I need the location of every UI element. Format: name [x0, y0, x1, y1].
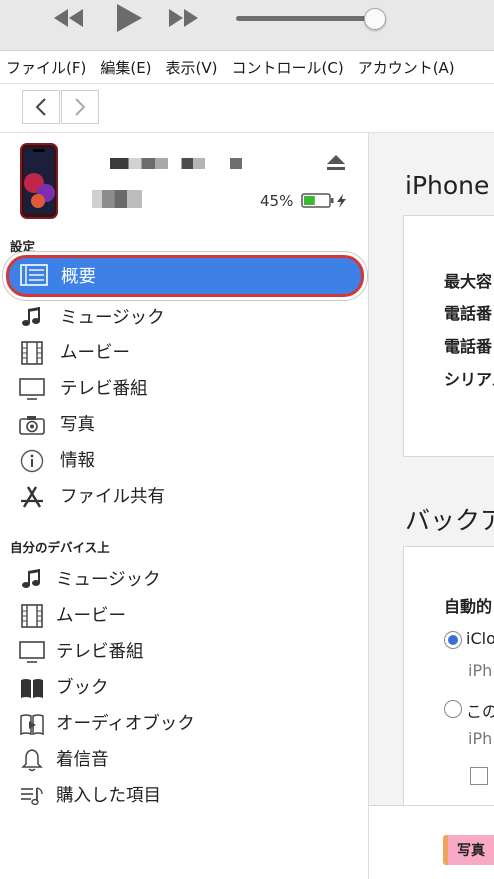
device-item-books[interactable]: ブック	[0, 671, 368, 705]
camera-icon	[18, 413, 46, 437]
app-store-icon	[18, 485, 46, 509]
encrypt-backup-checkbox[interactable]	[470, 767, 488, 785]
sidebar-item-label: ミュージック	[56, 570, 161, 590]
settings-section-header: 設定	[10, 239, 36, 254]
eject-icon[interactable]	[325, 153, 347, 173]
device-info-card: 最大容 電話番 電話番 シリアル	[403, 215, 494, 457]
music-note-icon	[18, 568, 46, 592]
icloud-option-label[interactable]: iClo	[466, 629, 494, 648]
back-button[interactable]	[22, 90, 60, 124]
rewind-icon[interactable]	[50, 3, 86, 33]
sidebar-item-label: ミュージック	[60, 308, 165, 328]
this-computer-radio[interactable]	[444, 700, 462, 718]
info-row-serial: シリアル	[444, 370, 494, 389]
menu-account[interactable]: アカウント(A)	[350, 57, 461, 78]
device-item-music[interactable]: ミュージック	[0, 563, 368, 597]
sidebar-item-label: 概要	[61, 267, 96, 287]
volume-slider[interactable]	[236, 16, 378, 21]
menu-edit[interactable]: 編集(E)	[92, 57, 157, 78]
this-computer-option-label[interactable]: この	[466, 698, 494, 722]
sidebar-item-label: テレビ番組	[60, 379, 148, 399]
transport-bar	[0, 0, 494, 51]
menu-bar: ファイル(F) 編集(E) 表示(V) コントロール(C) アカウント(A)	[0, 51, 494, 84]
tv-icon	[18, 377, 46, 401]
storage-photos-label: 写真	[457, 843, 485, 859]
sidebar-item-movies[interactable]: ムービー	[0, 336, 368, 370]
sidebar-item-label: ファイル共有	[60, 487, 165, 507]
film-icon	[18, 341, 46, 365]
summary-list-icon	[20, 264, 48, 286]
battery-charging-icon	[301, 193, 346, 208]
sidebar-item-music[interactable]: ミュージック	[0, 301, 368, 335]
sidebar-item-label: 情報	[60, 451, 95, 471]
menu-view[interactable]: 表示(V)	[158, 57, 224, 78]
device-item-purchased[interactable]: 購入した項目	[0, 779, 368, 813]
device-capacity-redacted	[92, 190, 142, 208]
sidebar-item-label: 写真	[60, 415, 95, 435]
audiobook-icon	[18, 712, 46, 736]
fast-forward-icon[interactable]	[166, 3, 202, 33]
sidebar: 45% 設定 概要 ミュージック ムービー テレビ番組 写真 情報 ファイル共有…	[0, 133, 369, 879]
info-row-capacity: 最大容	[444, 272, 493, 291]
play-icon[interactable]	[110, 3, 146, 33]
device-item-tv-shows[interactable]: テレビ番組	[0, 635, 368, 669]
sidebar-item-label: ムービー	[60, 343, 130, 363]
sidebar-item-tv-shows[interactable]: テレビ番組	[0, 372, 368, 406]
sidebar-item-label: 着信音	[56, 750, 109, 770]
device-item-ringtones[interactable]: 着信音	[0, 743, 368, 777]
storage-photos-segment: 写真	[443, 835, 494, 865]
sidebar-item-label: 購入した項目	[56, 786, 161, 806]
icloud-option-description: iPh	[468, 661, 493, 680]
chevron-left-icon	[35, 98, 46, 116]
backup-title: バックア	[405, 506, 494, 535]
menu-file[interactable]: ファイル(F)	[0, 57, 92, 78]
sidebar-item-label: オーディオブック	[56, 714, 195, 734]
device-title: iPhone	[405, 171, 490, 200]
info-icon	[18, 449, 46, 473]
info-row-phone-1: 電話番	[444, 304, 493, 323]
device-name-redacted	[110, 158, 242, 169]
film-icon	[18, 604, 46, 628]
navigation-row	[0, 84, 494, 133]
device-item-audiobooks[interactable]: オーディオブック	[0, 707, 368, 741]
music-note-icon	[18, 306, 46, 330]
volume-slider-knob[interactable]	[364, 8, 386, 30]
sidebar-item-file-sharing[interactable]: ファイル共有	[0, 480, 368, 514]
info-row-phone-2: 電話番	[444, 337, 493, 356]
main-content: iPhone 最大容 電話番 電話番 シリアル バックア 自動的 iClo iP…	[369, 133, 494, 879]
device-item-movies[interactable]: ムービー	[0, 599, 368, 633]
menu-controls[interactable]: コントロール(C)	[224, 57, 350, 78]
purchased-list-icon	[18, 784, 46, 808]
sidebar-item-label: テレビ番組	[56, 642, 144, 662]
sidebar-item-photos[interactable]: 写真	[0, 408, 368, 442]
sidebar-item-label: ブック	[56, 678, 109, 698]
forward-button[interactable]	[61, 90, 99, 124]
device-iphone-icon[interactable]	[20, 143, 58, 219]
backup-card: 自動的 iClo iPh この iPh	[403, 546, 494, 818]
book-icon	[18, 676, 46, 700]
sidebar-item-info[interactable]: 情報	[0, 444, 368, 478]
storage-bar: 写真	[369, 805, 494, 879]
tv-icon	[18, 640, 46, 664]
bell-icon	[18, 748, 46, 772]
on-my-device-section-header: 自分のデバイス上	[10, 540, 110, 555]
this-computer-option-description: iPh	[468, 729, 493, 748]
auto-backup-label: 自動的	[444, 597, 493, 616]
battery-percent: 45%	[260, 192, 294, 210]
icloud-radio[interactable]	[444, 631, 462, 649]
sidebar-item-label: ムービー	[56, 606, 126, 626]
chevron-right-icon	[75, 98, 86, 116]
sidebar-item-summary[interactable]: 概要	[6, 255, 366, 297]
